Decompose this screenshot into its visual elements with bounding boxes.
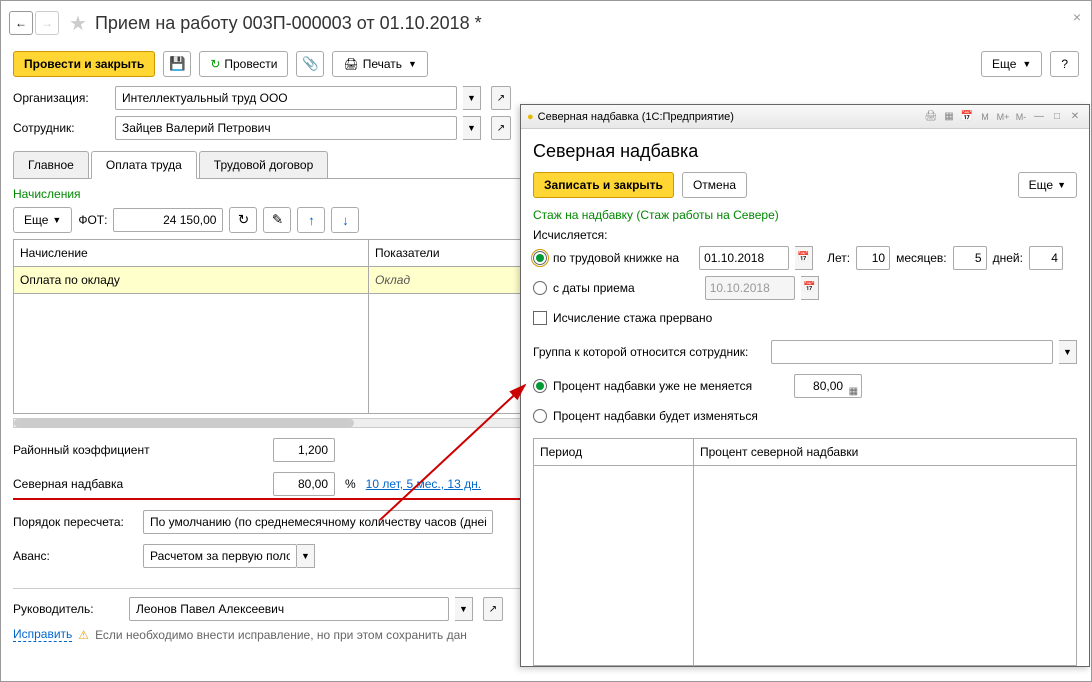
years-input[interactable] xyxy=(856,246,890,270)
tool-m-icon[interactable]: M xyxy=(977,109,993,125)
favorite-icon[interactable]: ★ xyxy=(69,11,87,36)
tool-close-icon[interactable]: ✕ xyxy=(1067,109,1083,125)
manager-label: Руководитель: xyxy=(13,602,123,616)
submit-close-button[interactable]: Провести и закрыть xyxy=(13,51,155,77)
emp-label: Сотрудник: xyxy=(13,121,109,135)
popup-more-button[interactable]: Еще▼ xyxy=(1018,172,1077,198)
advance-input[interactable] xyxy=(143,544,297,568)
calendar-icon-2[interactable]: 📅 xyxy=(801,276,819,300)
help-button[interactable]: ? xyxy=(1050,51,1079,77)
manager-open-icon[interactable]: ↗ xyxy=(483,597,503,621)
org-input[interactable] xyxy=(115,86,457,110)
manager-input[interactable] xyxy=(129,597,449,621)
pct-changes-label: Процент надбавки будет изменяться xyxy=(553,402,758,430)
app-icon: ● xyxy=(527,111,534,123)
popup-col-pct: Процент северной надбавки xyxy=(694,439,1077,466)
group-label: Группа к которой относится сотрудник: xyxy=(533,338,765,366)
group-select[interactable] xyxy=(771,340,1053,364)
tab-contract[interactable]: Трудовой договор xyxy=(199,151,328,178)
nav-back-button[interactable]: ← xyxy=(9,11,33,35)
radio-by-workbook[interactable] xyxy=(533,251,547,265)
radio-pct-changes[interactable] xyxy=(533,409,547,423)
group-dropdown-icon[interactable]: ▼ xyxy=(1059,340,1077,364)
tool-maximize-icon[interactable]: □ xyxy=(1049,109,1065,125)
north-unit: % xyxy=(345,477,356,491)
submit-button[interactable]: ↻Провести xyxy=(199,51,288,77)
by-workbook-label: по трудовой книжке на xyxy=(553,244,679,272)
pct-fixed-label: Процент надбавки уже не меняется xyxy=(553,372,752,400)
popup-table-row[interactable] xyxy=(534,466,694,666)
calendar-icon[interactable]: 📅 xyxy=(795,246,813,270)
org-open-icon[interactable]: ↗ xyxy=(491,86,511,110)
recalc-input[interactable] xyxy=(143,510,493,534)
emp-open-icon[interactable]: ↗ xyxy=(491,116,511,140)
radio-pct-fixed[interactable] xyxy=(533,379,547,393)
tab-pay[interactable]: Оплата труда xyxy=(91,151,197,179)
popup-col-period: Период xyxy=(534,439,694,466)
table-row[interactable] xyxy=(14,294,369,414)
emp-dropdown-icon[interactable]: ▼ xyxy=(463,116,481,140)
print-button[interactable]: 🖨Печать▼ xyxy=(332,51,427,77)
advance-dropdown-icon[interactable]: ▼ xyxy=(297,544,315,568)
north-label: Северная надбавка xyxy=(13,477,273,491)
edit-icon[interactable]: ✎ xyxy=(263,207,291,233)
interrupted-checkbox[interactable] xyxy=(533,311,547,325)
calc-icon[interactable]: ▦ xyxy=(849,378,858,406)
check-icon: ↻ xyxy=(210,57,220,71)
emp-input[interactable] xyxy=(115,116,457,140)
close-window-icon[interactable]: × xyxy=(1073,9,1081,25)
org-dropdown-icon[interactable]: ▼ xyxy=(463,86,481,110)
warning-icon: ⚠ xyxy=(78,628,89,642)
interrupted-label: Исчисление стажа прервано xyxy=(553,304,712,332)
workbook-date-input[interactable] xyxy=(699,246,789,270)
fix-text: Если необходимо внести исправление, но п… xyxy=(95,628,467,642)
attach-icon[interactable]: 📎 xyxy=(296,51,324,77)
fot-label: ФОТ: xyxy=(78,213,107,227)
popup-app-title: Северная надбавка (1С:Предприятие) xyxy=(538,111,734,123)
north-seniority-link[interactable]: 10 лет, 5 мес., 13 дн. xyxy=(366,477,481,491)
move-up-icon[interactable]: ↑ xyxy=(297,207,325,233)
tab-main[interactable]: Главное xyxy=(13,151,89,178)
popup-cancel-button[interactable]: Отмена xyxy=(682,172,747,198)
popup-save-close-button[interactable]: Записать и закрыть xyxy=(533,172,674,198)
regional-label: Районный коэффициент xyxy=(13,443,273,457)
recalc-label: Порядок пересчета: xyxy=(13,515,143,529)
regional-input[interactable] xyxy=(273,438,335,462)
popup-title: Северная надбавка xyxy=(533,141,1077,162)
days-label: дней: xyxy=(993,244,1023,272)
accruals-more-button[interactable]: Еще▼ xyxy=(13,207,72,233)
nav-forward-button[interactable]: → xyxy=(35,11,59,35)
advance-label: Аванс: xyxy=(13,549,143,563)
more-button[interactable]: Еще▼ xyxy=(981,51,1042,77)
days-input[interactable] xyxy=(1029,246,1063,270)
north-input[interactable] xyxy=(273,472,335,496)
calc-label: Исчисляется: xyxy=(533,228,1077,242)
tool-calc-icon[interactable]: ▦ xyxy=(941,109,957,125)
col-accrual: Начисление xyxy=(14,240,369,267)
manager-dropdown-icon[interactable]: ▼ xyxy=(455,597,473,621)
move-down-icon[interactable]: ↓ xyxy=(331,207,359,233)
from-hire-label: с даты приема xyxy=(553,274,635,302)
fot-input[interactable] xyxy=(113,208,223,232)
window-title: Прием на работу 003П-000003 от 01.10.201… xyxy=(95,13,482,34)
hire-date-input xyxy=(705,276,795,300)
seniority-link[interactable]: Стаж на надбавку (Стаж работы на Севере) xyxy=(533,208,1077,222)
printer-icon: 🖨 xyxy=(343,57,358,71)
save-icon[interactable]: 💾 xyxy=(163,51,191,77)
tool-print-icon[interactable]: 🖨 xyxy=(923,109,939,125)
fix-link[interactable]: Исправить xyxy=(13,627,72,642)
tool-mminus-icon[interactable]: M- xyxy=(1013,109,1029,125)
months-input[interactable] xyxy=(953,246,987,270)
tool-calendar-icon[interactable]: 📅 xyxy=(959,109,975,125)
years-label: Лет: xyxy=(827,244,850,272)
org-label: Организация: xyxy=(13,91,109,105)
months-label: месяцев: xyxy=(896,244,947,272)
row-accrual[interactable]: Оплата по окладу xyxy=(14,267,369,294)
tool-minimize-icon[interactable]: — xyxy=(1031,109,1047,125)
refresh-icon[interactable]: ↻ xyxy=(229,207,257,233)
radio-from-hire[interactable] xyxy=(533,281,547,295)
tool-mplus-icon[interactable]: M+ xyxy=(995,109,1011,125)
